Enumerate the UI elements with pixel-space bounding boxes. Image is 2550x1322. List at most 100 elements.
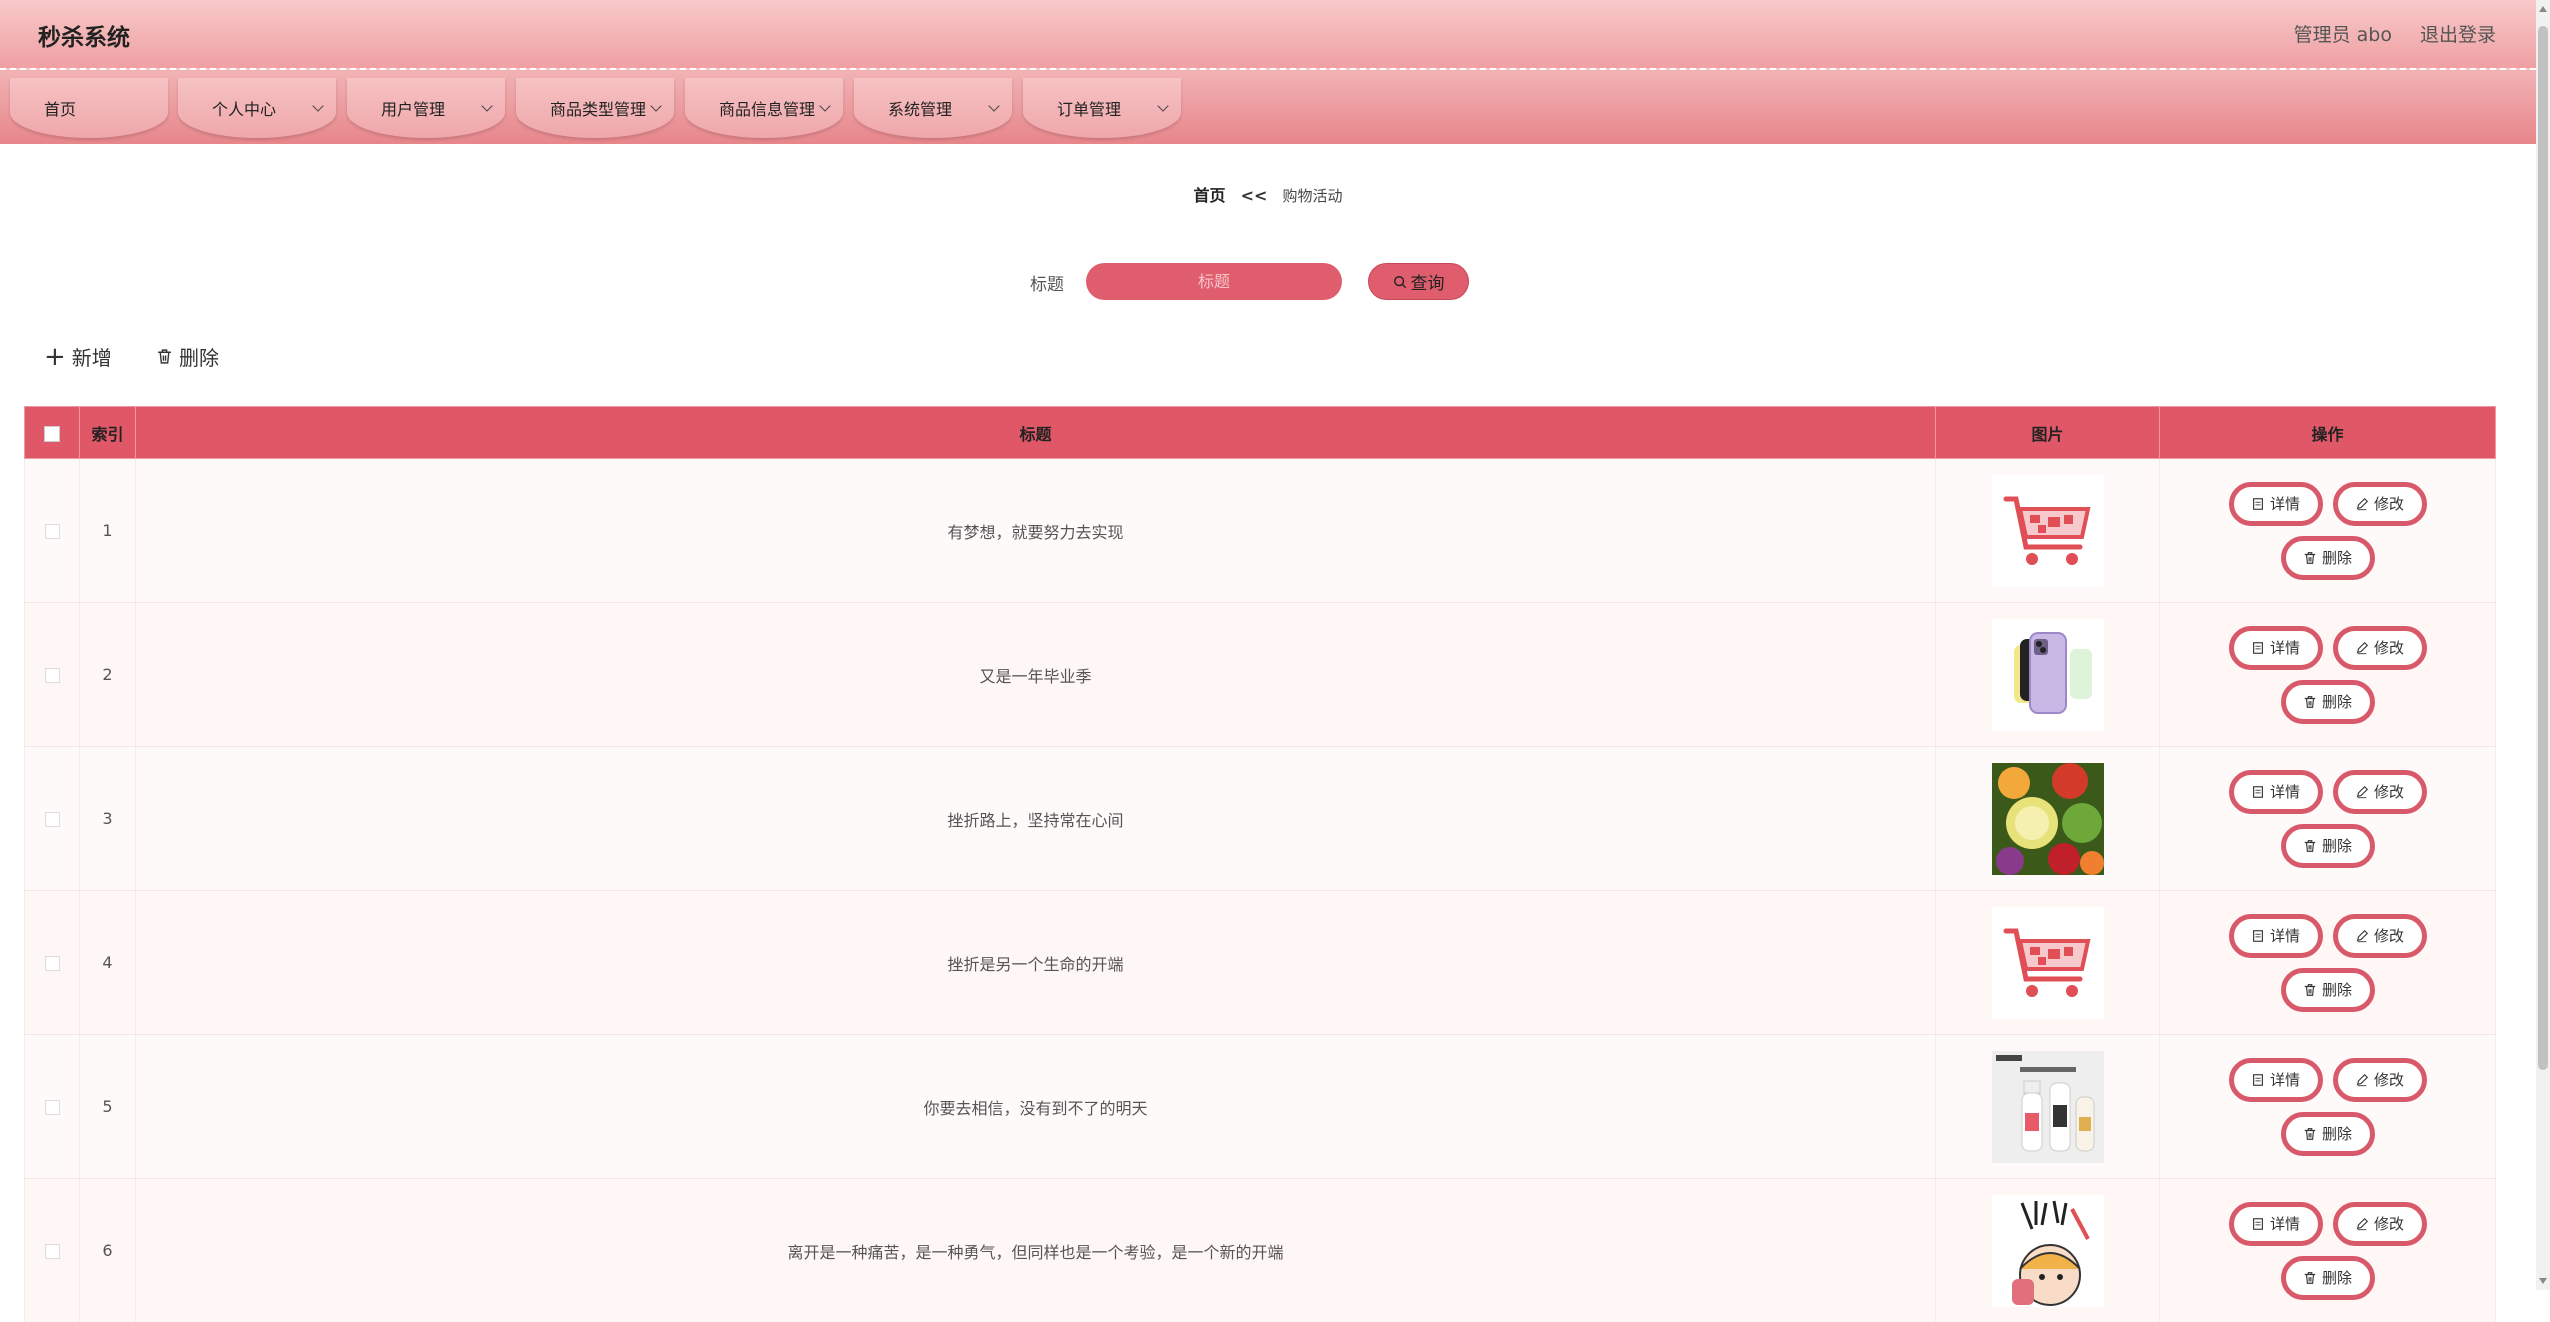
nav-item-product-info-management[interactable]: 商品信息管理	[685, 78, 843, 138]
shopping-cart-image	[1937, 907, 2158, 1019]
column-header-title: 标题	[136, 407, 1936, 459]
edit-button-label: 修改	[2374, 1213, 2404, 1234]
nav-item-home[interactable]: 首页	[10, 78, 168, 138]
pencil-icon	[2355, 929, 2369, 943]
delete-button[interactable]: 删除	[2281, 824, 2375, 868]
batch-delete-button[interactable]: 删除	[156, 342, 219, 371]
nav-item-personal-center[interactable]: 个人中心	[178, 78, 336, 138]
row-actions-cell: 详情 修改删除	[2160, 603, 2496, 747]
shopping-cart-image	[1937, 475, 2158, 587]
row-actions: 详情 修改删除	[2213, 626, 2443, 724]
delete-button[interactable]: 删除	[2281, 536, 2375, 580]
detail-button[interactable]: 详情	[2229, 482, 2323, 526]
page-scrollbar[interactable]	[2536, 0, 2550, 1290]
search-button[interactable]: 查询	[1368, 263, 1469, 300]
detail-button-label: 详情	[2270, 493, 2300, 514]
delete-button[interactable]: 删除	[2281, 1256, 2375, 1300]
edit-button[interactable]: 修改	[2333, 1058, 2427, 1102]
chevron-down-icon	[988, 100, 999, 111]
row-select-cell	[25, 1035, 80, 1179]
detail-button[interactable]: 详情	[2229, 626, 2323, 670]
pencil-icon	[2355, 1073, 2369, 1087]
breadcrumb-home[interactable]: 首页	[1193, 186, 1225, 205]
delete-button[interactable]: 删除	[2281, 968, 2375, 1012]
search-title-input[interactable]	[1086, 263, 1342, 300]
row-checkbox[interactable]	[45, 956, 60, 971]
delete-button[interactable]: 删除	[2281, 1112, 2375, 1156]
nav-item-system-management[interactable]: 系统管理	[854, 78, 1012, 138]
table-row: 6离开是一种痛苦，是一种勇气，但同样也是一个考验，是一个新的开端详情修改删除	[25, 1179, 2496, 1322]
delete-button-label: 删除	[2322, 835, 2352, 856]
document-icon	[2251, 497, 2265, 511]
nav-item-label: 订单管理	[1057, 96, 1121, 120]
detail-button-label: 详情	[2270, 637, 2300, 658]
pencil-icon	[2355, 641, 2369, 655]
row-image-cell	[1936, 459, 2160, 603]
row-checkbox[interactable]	[45, 1100, 60, 1115]
select-all-checkbox[interactable]	[44, 426, 60, 442]
search-button-label: 查询	[1411, 269, 1445, 294]
row-checkbox[interactable]	[45, 668, 60, 683]
nav-item-order-management[interactable]: 订单管理	[1023, 78, 1181, 138]
row-index: 5	[80, 1035, 136, 1179]
column-header-actions: 操作	[2160, 407, 2496, 459]
row-select-cell	[25, 747, 80, 891]
row-select-cell	[25, 891, 80, 1035]
trash-icon	[2303, 1271, 2317, 1285]
scrollbar-thumb[interactable]	[2538, 26, 2548, 1070]
table-row: 2又是一年毕业季详情修改删除	[25, 603, 2496, 747]
row-checkbox[interactable]	[45, 1244, 60, 1259]
trash-icon	[2303, 551, 2317, 565]
edit-button-label: 修改	[2374, 781, 2404, 802]
detail-button-label: 详情	[2270, 781, 2300, 802]
nav-item-label: 商品类型管理	[550, 96, 646, 120]
main-nav: 首页 个人中心 用户管理 商品类型管理 商品信息管理 系统管理 订单管理	[0, 70, 2536, 144]
edit-button[interactable]: 修改	[2333, 1202, 2427, 1246]
detail-button[interactable]: 详情	[2229, 770, 2323, 814]
trash-icon	[156, 348, 173, 365]
add-button[interactable]: + 新增	[44, 342, 112, 371]
delete-button-label: 删除	[2322, 979, 2352, 1000]
edit-button[interactable]: 修改	[2333, 626, 2427, 670]
trash-icon	[2303, 839, 2317, 853]
scroll-up-arrow-icon[interactable]	[2539, 6, 2547, 12]
table-row: 1有梦想，就要努力去实现详情修改删除	[25, 459, 2496, 603]
detail-button[interactable]: 详情	[2229, 1058, 2323, 1102]
top-header: 秒杀系统 管理员 abo 退出登录	[0, 0, 2536, 70]
delete-button-label: 删除	[2322, 691, 2352, 712]
edit-button[interactable]: 修改	[2333, 914, 2427, 958]
search-icon	[1393, 275, 1407, 289]
detail-button[interactable]: 详情	[2229, 914, 2323, 958]
edit-button[interactable]: 修改	[2333, 482, 2427, 526]
row-checkbox[interactable]	[45, 812, 60, 827]
scroll-down-arrow-icon[interactable]	[2539, 1278, 2547, 1284]
delete-button[interactable]: 删除	[2281, 680, 2375, 724]
nav-item-user-management[interactable]: 用户管理	[347, 78, 505, 138]
edit-button-label: 修改	[2374, 1069, 2404, 1090]
row-image-cell	[1936, 1179, 2160, 1322]
add-button-label: 新增	[72, 342, 112, 371]
row-image-cell	[1936, 603, 2160, 747]
delete-button-label: 删除	[2322, 547, 2352, 568]
chevron-down-icon	[312, 100, 323, 111]
fruits-image	[1937, 763, 2158, 875]
app-title: 秒杀系统	[38, 18, 130, 52]
header-user-area: 管理员 abo 退出登录	[2294, 20, 2496, 47]
row-checkbox[interactable]	[45, 524, 60, 539]
row-title: 有梦想，就要努力去实现	[136, 459, 1936, 603]
pencil-icon	[2355, 497, 2369, 511]
document-icon	[2251, 641, 2265, 655]
nav-item-product-type-management[interactable]: 商品类型管理	[516, 78, 674, 138]
edit-button-label: 修改	[2374, 925, 2404, 946]
edit-button[interactable]: 修改	[2333, 770, 2427, 814]
nav-item-label: 用户管理	[381, 96, 445, 120]
row-image-cell	[1936, 1035, 2160, 1179]
plus-icon: +	[44, 347, 66, 367]
detail-button[interactable]: 详情	[2229, 1202, 2323, 1246]
nav-item-label: 系统管理	[888, 96, 952, 120]
detail-button-label: 详情	[2270, 925, 2300, 946]
logout-link[interactable]: 退出登录	[2420, 20, 2496, 47]
trash-icon	[2303, 983, 2317, 997]
detail-button-label: 详情	[2270, 1213, 2300, 1234]
row-actions-cell: 详情 修改删除	[2160, 459, 2496, 603]
